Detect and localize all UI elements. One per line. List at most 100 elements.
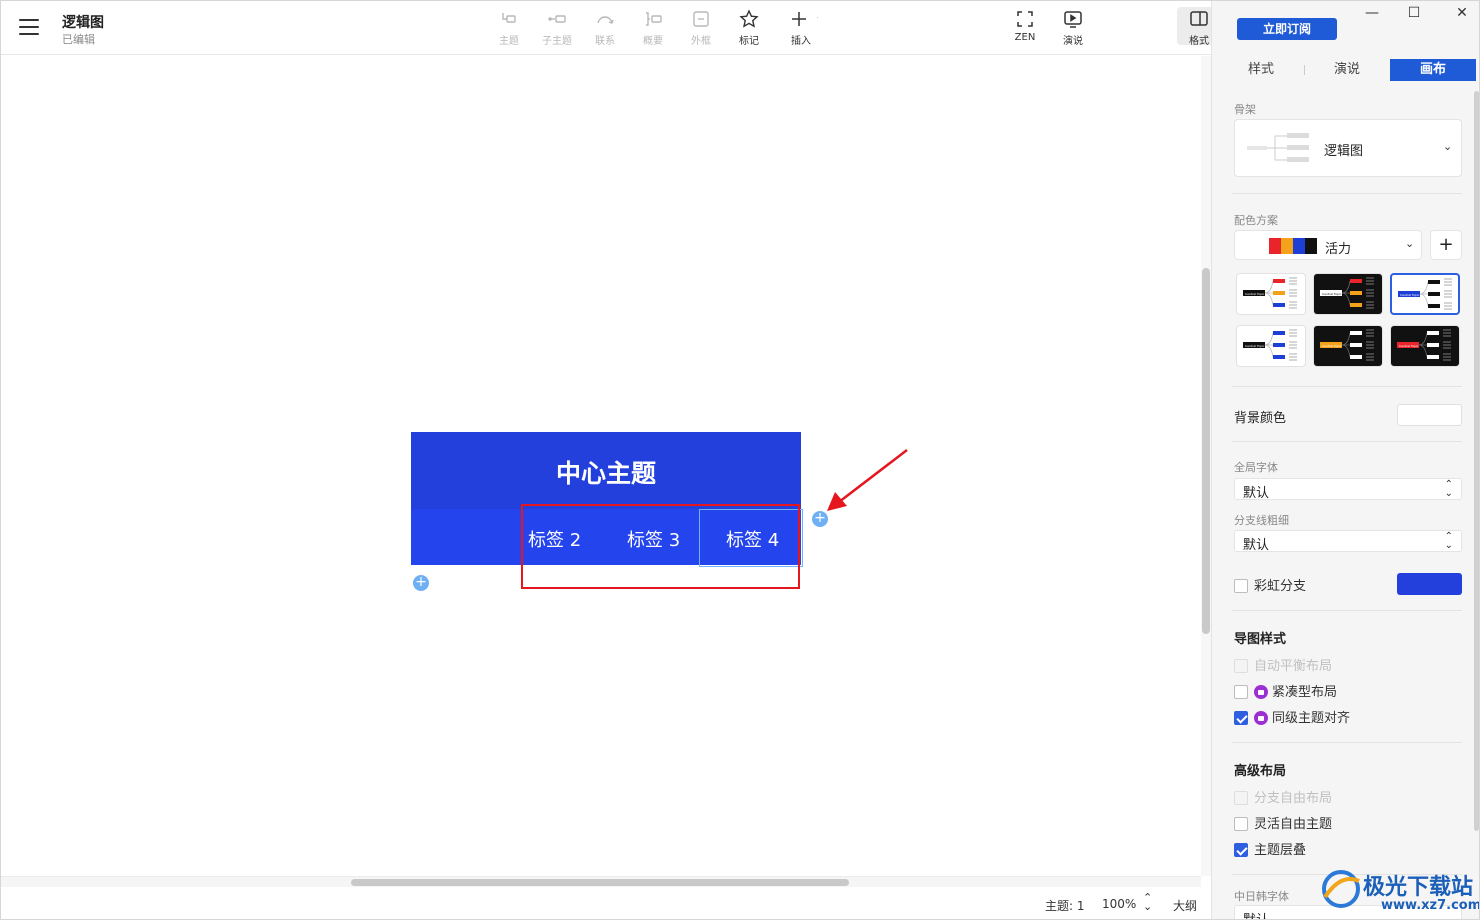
checkbox[interactable]	[1234, 816, 1248, 831]
zen-button[interactable]: ZEN	[1003, 9, 1047, 43]
compact-layout-option[interactable]: 紧凑型布局	[1234, 681, 1337, 700]
close-icon[interactable]: ✕	[1450, 5, 1474, 23]
boundary-button[interactable]: 外框	[679, 9, 723, 47]
subscribe-button[interactable]: 立即订阅	[1237, 18, 1337, 40]
theme-preview-icon: Central Topic	[1320, 329, 1374, 361]
color-scheme-value: 活力	[1325, 242, 1352, 257]
watermark-logo-icon	[1322, 870, 1360, 908]
chevron-down-icon: ⌄	[1405, 237, 1415, 250]
checkbox[interactable]	[1234, 578, 1248, 593]
theme-preview-icon: Central Topic	[1398, 278, 1452, 310]
topic-overlap-option[interactable]: 主题层叠	[1234, 839, 1306, 858]
relationship-button[interactable]: 联系	[583, 9, 627, 47]
central-topic-title: 中心主题	[555, 459, 656, 488]
color-scheme-select[interactable]: 活力 ⌄	[1234, 230, 1422, 260]
auto-balance-option: 自动平衡布局	[1234, 655, 1332, 674]
logic-chart-icon	[1247, 133, 1309, 162]
theme-option[interactable]: Central Topic	[1390, 273, 1460, 315]
checkbox-checked[interactable]	[1234, 710, 1248, 725]
watermark-url: www.xz7.com	[1381, 898, 1480, 913]
maximize-icon[interactable]: ☐	[1402, 5, 1426, 23]
theme-option[interactable]: Central Topic	[1313, 273, 1383, 315]
map-style-heading: 导图样式	[1234, 632, 1287, 647]
app-window: 逻辑图 已编辑 主题 子主题 联系 概要 外框 标记 插入 ZEN 演说 格式 …	[0, 0, 1480, 920]
subtopic-icon	[548, 15, 566, 23]
branch-width-select[interactable]: 默认 ⌃ ⌄	[1234, 530, 1462, 553]
checkbox	[1234, 658, 1248, 673]
swatch	[1281, 238, 1293, 254]
theme-option[interactable]: Central Topic	[1313, 325, 1383, 367]
add-subtopic-button[interactable]: +	[413, 575, 429, 591]
play-screen-icon	[1064, 11, 1082, 28]
present-button[interactable]: 演说	[1051, 9, 1095, 47]
minimize-icon[interactable]: —	[1360, 5, 1384, 23]
marker-button[interactable]: 标记	[727, 9, 771, 47]
rainbow-branch-option[interactable]: 彩虹分支	[1234, 575, 1306, 594]
topic-button[interactable]: 主题	[487, 9, 531, 47]
canvas-horizontal-scrollbar[interactable]	[1, 876, 1201, 887]
plus-chevron-icon	[792, 12, 818, 26]
theme-center-label: Central Topic	[1322, 292, 1342, 296]
tab-canvas[interactable]: 画布	[1390, 59, 1476, 81]
theme-center-label: Central Topic	[1245, 344, 1265, 348]
summary-icon	[646, 12, 662, 26]
theme-preview-icon: Central Topic	[1320, 277, 1374, 309]
theme-option[interactable]: Central Topic	[1390, 325, 1460, 367]
panel-toggle-icon	[1190, 11, 1208, 26]
theme-option[interactable]: Central Topic	[1236, 325, 1306, 367]
swatch	[1293, 238, 1305, 254]
tab-style[interactable]: 样式	[1218, 59, 1304, 81]
panel-scrollbar[interactable]	[1474, 91, 1479, 871]
theme-preview-icon: Central Topic	[1243, 329, 1297, 361]
relationship-icon	[597, 16, 614, 24]
chevron-down-icon: ⌄	[1443, 140, 1453, 153]
global-font-select[interactable]: 默认 ⌃ ⌄	[1234, 478, 1462, 501]
checkbox[interactable]	[1234, 684, 1248, 699]
branch-width-label: 分支线粗细	[1234, 514, 1289, 527]
updown-icon: ⌃ ⌄	[1444, 531, 1453, 551]
mindmap-canvas[interactable]: 中心主题 标签 2 标签 3 标签 4 + +	[1, 56, 1201, 876]
hamburger-menu-icon[interactable]	[19, 19, 39, 35]
outline-button[interactable]: 大纲	[1173, 897, 1197, 914]
summary-button[interactable]: 概要	[631, 9, 675, 47]
topic-count: 主题: 1	[1045, 899, 1085, 913]
checkbox	[1234, 790, 1248, 805]
theme-center-label: Central Topic	[1400, 293, 1420, 297]
scroll-thumb[interactable]	[351, 879, 849, 886]
tab-present[interactable]: 演说	[1304, 59, 1390, 81]
scroll-thumb[interactable]	[1474, 91, 1479, 831]
cjk-font-label: 中日韩字体	[1234, 890, 1289, 903]
subtopic-button[interactable]: 子主题	[535, 9, 579, 47]
swatch	[1305, 238, 1317, 254]
top-toolbar: 逻辑图 已编辑 主题 子主题 联系 概要 外框 标记 插入 ZEN 演说 格式	[1, 1, 1221, 55]
theme-preview-icon: Central Topic	[1243, 277, 1297, 309]
background-color-swatch[interactable]	[1397, 404, 1462, 426]
align-same-level-option[interactable]: 同级主题对齐	[1234, 707, 1350, 726]
theme-option[interactable]: Central Topic	[1236, 273, 1306, 315]
annotation-highlight-box	[521, 504, 800, 589]
insert-button[interactable]: 插入	[779, 9, 823, 47]
document-status: 已编辑	[62, 33, 95, 46]
theme-center-label: Central Topic	[1322, 344, 1342, 348]
canvas-vertical-scrollbar[interactable]	[1201, 56, 1211, 876]
background-color-label: 背景颜色	[1234, 411, 1287, 426]
add-color-scheme-button[interactable]: +	[1430, 230, 1462, 260]
panel-tabs: 样式 演说 画布	[1212, 59, 1479, 81]
theme-preview-icon: Central Topic	[1397, 329, 1451, 361]
skeleton-select[interactable]: 逻辑图 ⌄	[1234, 119, 1462, 177]
format-panel: 立即订阅 — ☐ ✕ 样式 演说 画布 骨架 逻辑图 ⌄ 配色方案 活力 ⌄ +…	[1211, 1, 1479, 919]
lock-icon	[1254, 684, 1268, 699]
flexible-topic-option[interactable]: 灵活自由主题	[1234, 813, 1332, 832]
global-font-label: 全局字体	[1234, 461, 1278, 474]
free-branch-option: 分支自由布局	[1234, 787, 1332, 806]
swatch	[1269, 238, 1281, 254]
scroll-thumb[interactable]	[1202, 268, 1210, 634]
zoom-level[interactable]: 100%	[1102, 897, 1136, 911]
star-icon	[739, 9, 759, 28]
zoom-stepper-icon[interactable]: ⌃ ⌄	[1143, 892, 1152, 912]
checkbox-checked[interactable]	[1234, 842, 1248, 857]
rainbow-color-swatch[interactable]	[1397, 573, 1462, 595]
topic-icon	[502, 13, 516, 23]
skeleton-value: 逻辑图	[1324, 144, 1364, 159]
theme-center-label: Central Topic	[1399, 344, 1419, 348]
